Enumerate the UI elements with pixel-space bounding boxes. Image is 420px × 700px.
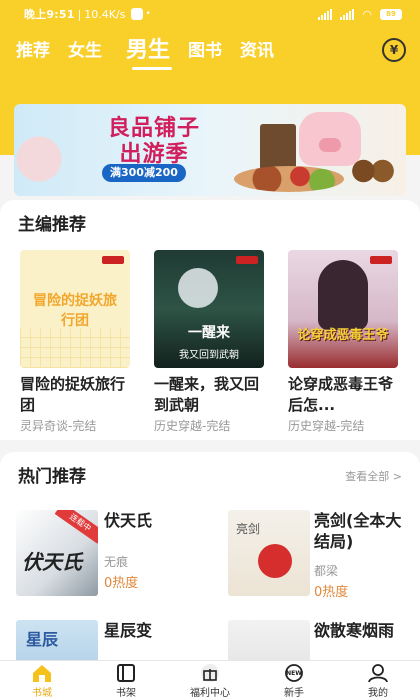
status-time: 晚上9:51: [24, 8, 75, 21]
book-info[interactable]: 星辰变: [104, 620, 204, 641]
publisher-logo-icon: [102, 256, 124, 264]
signal-icon-2: [340, 8, 355, 20]
coin-icon[interactable]: ¥: [382, 38, 406, 62]
moon-image: [178, 268, 218, 308]
book-cover[interactable]: 连载中 伏天氏: [16, 510, 98, 596]
banner-title: 良品铺子 出游季: [107, 116, 200, 167]
banner-decoration: [14, 124, 74, 194]
view-all-link[interactable]: 查看全部 >: [345, 468, 402, 484]
book-category: 历史穿越-完结: [288, 419, 365, 433]
shield-icon: [131, 8, 144, 20]
battery-icon: 89: [380, 8, 402, 20]
book-card[interactable]: 论穿成恶毒王爷 论穿成恶毒王爷后怎... 历史穿越-完结: [288, 250, 400, 434]
hot-picks-section: 热门推荐 查看全部 > 连载中 伏天氏 伏天氏 无痕 0热度 亮剑 亮剑(全本大…: [0, 452, 420, 700]
book-title: 伏天氏: [104, 511, 153, 530]
book-info[interactable]: 亮剑(全本大结局) 都梁 0热度: [314, 510, 406, 600]
profile-icon: [368, 664, 388, 683]
wifi-icon: ◠: [362, 7, 372, 21]
nav-welfare[interactable]: 福利中心: [168, 661, 252, 700]
banner-promo: 满300减200: [102, 164, 186, 182]
cover-text: 一醒来: [188, 325, 230, 341]
nuts-image: [234, 166, 344, 192]
pig-mascot-image: [299, 112, 361, 166]
tab-recommend[interactable]: 推荐: [16, 36, 50, 61]
book-author: 无痕: [104, 555, 129, 569]
character-image: [318, 260, 368, 330]
nav-newbie[interactable]: NEW 新手: [252, 661, 336, 700]
book-title: 论穿成恶毒王爷后怎...: [288, 375, 394, 414]
bookstore-page: 晚上9:51 | 10.4K/s • ◠ 89 推荐 女生 男生 图书 资讯 ¥…: [0, 0, 420, 700]
section-title: 热门推荐: [18, 467, 86, 487]
tab-male[interactable]: 男生: [126, 32, 173, 70]
promo-banner[interactable]: 良品铺子 出游季 满300减200: [14, 104, 406, 196]
tab-news[interactable]: 资讯: [240, 36, 274, 61]
nav-label: 新手: [284, 688, 304, 699]
cover-subtext: 我又回到武朝: [179, 350, 239, 361]
book-title: 欲散寒烟雨: [314, 621, 395, 640]
bookshelf-icon: [117, 664, 135, 682]
book-heat: 0热度: [314, 585, 349, 600]
book-title: 一醒来，我又回到武朝: [154, 375, 260, 414]
editor-picks-section: 主编推荐 冒险的捉妖旅行团 冒险的捉妖旅行团 灵异奇谈-完结 一醒来 我又回到武…: [0, 200, 420, 440]
cover-grid-pattern: [20, 328, 130, 368]
book-card[interactable]: 冒险的捉妖旅行团 冒险的捉妖旅行团 灵异奇谈-完结: [20, 250, 132, 434]
cookies-image: [349, 156, 397, 186]
book-cover: 一醒来 我又回到武朝: [154, 250, 264, 368]
nav-profile[interactable]: 我的: [336, 661, 420, 700]
book-cover: 冒险的捉妖旅行团: [20, 250, 130, 368]
status-bar: 晚上9:51 | 10.4K/s • ◠ 89: [0, 0, 420, 28]
hot-book-row: 连载中 伏天氏 伏天氏 无痕 0热度 亮剑 亮剑(全本大结局) 都梁 0热度: [16, 510, 406, 600]
cover-text: 星辰: [26, 630, 59, 649]
bottom-nav: 书城 书架 福利中心 NEW 新手 我的: [0, 660, 420, 700]
cover-text: 亮剑: [236, 522, 261, 536]
notification-dot-icon: •: [145, 9, 151, 19]
book-author: 都梁: [314, 564, 339, 578]
book-info[interactable]: 伏天氏 无痕 0热度: [104, 510, 204, 591]
nav-label: 我的: [368, 688, 388, 699]
category-tabs: 推荐 女生 男生 图书 资讯: [0, 30, 420, 70]
cover-text: 伏天氏: [22, 550, 82, 574]
gift-icon: [201, 664, 219, 682]
section-title: 主编推荐: [18, 215, 86, 235]
book-cover[interactable]: 亮剑: [228, 510, 310, 596]
book-title: 星辰变: [104, 621, 153, 640]
book-cover: 论穿成恶毒王爷: [288, 250, 398, 368]
svg-text:NEW: NEW: [286, 670, 302, 677]
book-title: 亮剑(全本大结局): [314, 511, 402, 551]
status-ribbon: 连载中: [54, 510, 98, 544]
nav-label: 书城: [32, 688, 52, 699]
red-sun-image: [258, 544, 292, 578]
book-info[interactable]: 欲散寒烟雨: [314, 620, 406, 641]
nav-bookstore[interactable]: 书城: [0, 661, 84, 700]
home-icon: [33, 665, 51, 682]
nav-label: 书架: [116, 688, 136, 699]
book-card[interactable]: 一醒来 我又回到武朝 一醒来，我又回到武朝 历史穿越-完结: [154, 250, 266, 434]
book-heat: 0热度: [104, 576, 139, 591]
cover-text: 冒险的捉妖旅行团: [33, 293, 117, 329]
tab-female[interactable]: 女生: [68, 36, 102, 61]
nav-bookshelf[interactable]: 书架: [84, 661, 168, 700]
tab-books[interactable]: 图书: [188, 36, 222, 61]
new-user-icon: NEW: [285, 664, 303, 682]
nav-label: 福利中心: [190, 688, 230, 699]
network-speed: 10.4K/s: [84, 7, 126, 21]
book-category: 灵异奇谈-完结: [20, 419, 97, 433]
snack-bag-image: [260, 124, 296, 170]
signal-icon: [318, 8, 333, 20]
publisher-logo-icon: [236, 256, 258, 264]
publisher-logo-icon: [370, 256, 392, 264]
book-title: 冒险的捉妖旅行团: [20, 375, 126, 414]
book-category: 历史穿越-完结: [154, 419, 231, 433]
cover-text: 论穿成恶毒王爷: [297, 328, 389, 343]
